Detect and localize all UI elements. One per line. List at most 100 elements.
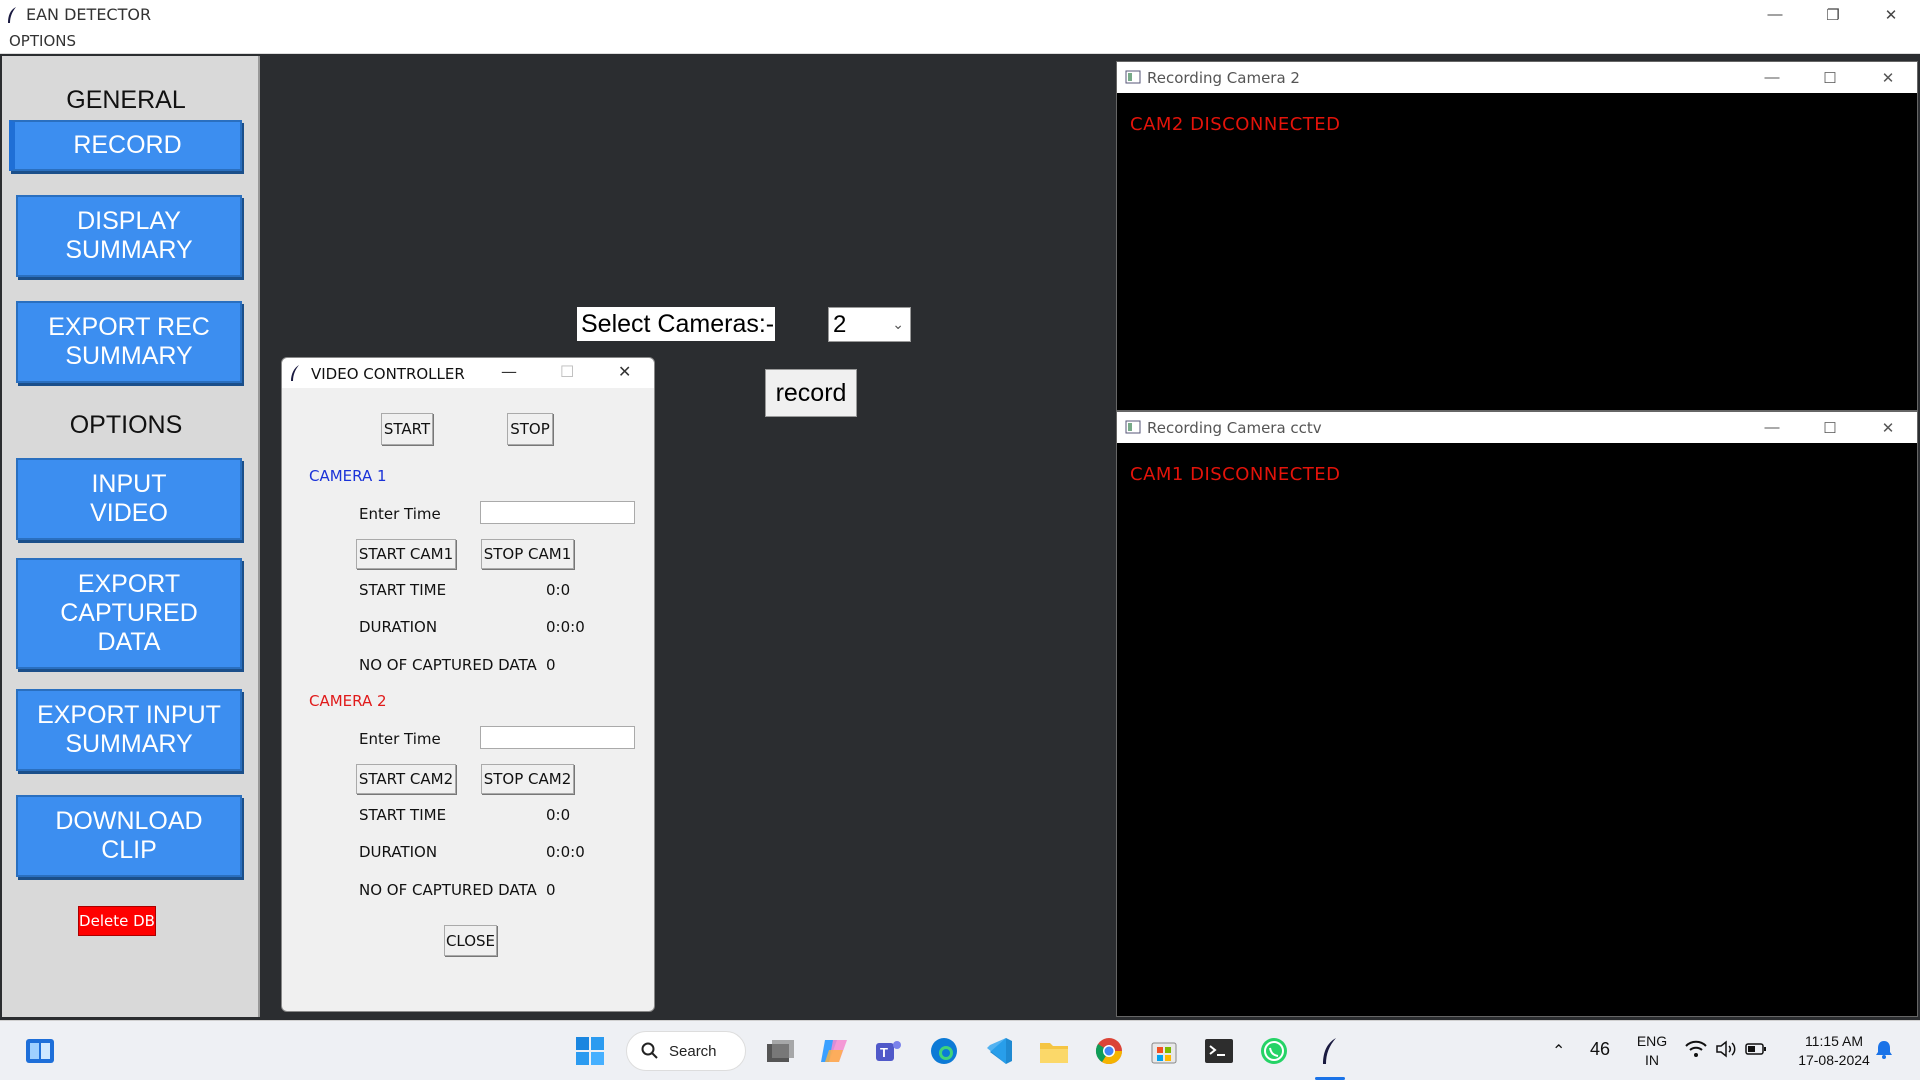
recording-title-bar: Recording Camera cctv — ☐ ✕: [1117, 412, 1917, 443]
camera2-captured-label: NO OF CAPTURED DATA: [359, 881, 537, 899]
start-cam2-button[interactable]: START CAM2: [356, 764, 456, 794]
start-cam1-button[interactable]: START CAM1: [356, 539, 456, 569]
recording-window-cctv: Recording Camera cctv — ☐ ✕ CAM1 DISCONN…: [1116, 411, 1918, 1017]
wifi-icon[interactable]: [1684, 1037, 1708, 1061]
camera-count-select[interactable]: 2 ⌄: [828, 307, 911, 342]
svg-text:T: T: [880, 1045, 888, 1060]
teams-icon[interactable]: T: [873, 1035, 905, 1067]
clock-date[interactable]: 17-08-2024: [1784, 1052, 1884, 1068]
menu-options[interactable]: OPTIONS: [9, 32, 76, 50]
camera2-enter-time-label: Enter Time: [359, 730, 441, 748]
camera1-duration-value: 0:0:0: [546, 618, 585, 636]
minimize-button[interactable]: —: [1743, 62, 1801, 93]
options-heading: OPTIONS: [69, 411, 183, 439]
whatsapp-icon[interactable]: [1258, 1035, 1290, 1067]
display-summary-button[interactable]: DISPLAY SUMMARY: [16, 195, 242, 277]
record-nav-button[interactable]: RECORD: [9, 120, 242, 171]
edge-icon[interactable]: [928, 1035, 960, 1067]
dialog-minimize-button[interactable]: —: [501, 362, 517, 381]
camera2-start-time-value: 0:0: [546, 806, 571, 824]
camera2-duration-value: 0:0:0: [546, 843, 585, 861]
dialog-close-icon[interactable]: ✕: [618, 362, 631, 381]
recording-title-bar: Recording Camera 2 — ☐ ✕: [1117, 62, 1917, 93]
delete-db-button[interactable]: Delete DB: [78, 906, 156, 936]
close-button[interactable]: ✕: [1859, 412, 1917, 443]
file-explorer-icon[interactable]: [1038, 1035, 1070, 1067]
recording-window-camera2: Recording Camera 2 — ☐ ✕ CAM2 DISCONNECT…: [1116, 61, 1918, 411]
camera1-captured-value: 0: [546, 656, 556, 674]
sidebar: GENERAL RECORD DISPLAY SUMMARY EXPORT RE…: [2, 56, 260, 1017]
main-title-bar: EAN DETECTOR — ❐ ✕: [0, 0, 1920, 29]
stop-button[interactable]: STOP: [507, 413, 553, 445]
taskbar-search[interactable]: Search: [626, 1031, 746, 1071]
camera2-duration-label: DURATION: [359, 843, 438, 861]
window-icon: [1125, 420, 1141, 434]
dialog-title-bar: VIDEO CONTROLLER — ☐ ✕: [282, 358, 654, 388]
window-title: EAN DETECTOR: [26, 5, 152, 24]
maximize-button[interactable]: ☐: [1801, 412, 1859, 443]
vscode-icon[interactable]: [983, 1035, 1015, 1067]
record-button[interactable]: record: [765, 369, 857, 417]
stop-cam1-button[interactable]: STOP CAM1: [481, 539, 574, 569]
python-feather-icon[interactable]: [1313, 1035, 1345, 1067]
camera2-title: CAMERA 2: [309, 692, 387, 710]
taskbar: Search T ⌃ 46 ENG IN 11:15 AM 17-08-2024: [0, 1020, 1920, 1080]
language-line2[interactable]: IN: [1636, 1052, 1668, 1068]
input-video-button[interactable]: INPUT VIDEO: [16, 458, 242, 540]
recording-title: Recording Camera cctv: [1147, 419, 1322, 437]
start-menu-icon[interactable]: [574, 1035, 606, 1067]
general-heading: GENERAL: [66, 86, 186, 114]
search-icon: [641, 1042, 658, 1059]
copilot-icon[interactable]: [818, 1035, 850, 1067]
select-cameras-label: Select Cameras:-: [577, 307, 775, 341]
battery-icon[interactable]: [1744, 1037, 1768, 1061]
minimize-button[interactable]: —: [1743, 412, 1801, 443]
maximize-button[interactable]: ☐: [1801, 62, 1859, 93]
camera1-status: CAM1 DISCONNECTED: [1130, 464, 1341, 485]
close-button[interactable]: ✕: [1859, 62, 1917, 93]
show-hidden-icons-chevron-icon[interactable]: ⌃: [1552, 1041, 1565, 1061]
camera1-start-time-value: 0:0: [546, 581, 571, 599]
dialog-maximize-button: ☐: [560, 362, 575, 381]
notification-bell-icon[interactable]: [1872, 1037, 1896, 1061]
chrome-icon[interactable]: [1093, 1035, 1125, 1067]
weather-temperature[interactable]: 46: [1590, 1039, 1610, 1060]
search-label: Search: [669, 1042, 717, 1060]
store-icon[interactable]: [1148, 1035, 1180, 1067]
camera1-enter-time-label: Enter Time: [359, 505, 441, 523]
start-button[interactable]: START: [381, 413, 433, 445]
close-dialog-button[interactable]: CLOSE: [444, 925, 497, 956]
window-icon: [1125, 70, 1141, 84]
camera2-captured-value: 0: [546, 881, 556, 899]
export-captured-data-button[interactable]: EXPORT CAPTURED DATA: [16, 558, 242, 669]
camera2-enter-time-input[interactable]: [480, 726, 635, 749]
camera2-start-time-label: START TIME: [359, 806, 447, 824]
camera1-duration-label: DURATION: [359, 618, 438, 636]
clock-time[interactable]: 11:15 AM: [1784, 1033, 1884, 1049]
feather-icon: [291, 365, 299, 381]
restore-button[interactable]: ❐: [1804, 0, 1862, 29]
camera1-enter-time-input[interactable]: [480, 501, 635, 524]
camera2-status: CAM2 DISCONNECTED: [1130, 114, 1341, 135]
export-input-summary-button[interactable]: EXPORT INPUT SUMMARY: [16, 689, 242, 771]
volume-icon[interactable]: [1714, 1037, 1738, 1061]
download-clip-button[interactable]: DOWNLOAD CLIP: [16, 795, 242, 877]
close-button[interactable]: ✕: [1862, 0, 1920, 29]
camera1-title: CAMERA 1: [309, 467, 387, 485]
menu-bar: OPTIONS: [0, 29, 1920, 54]
dialog-title: VIDEO CONTROLLER: [311, 365, 465, 383]
feather-icon: [8, 6, 16, 23]
minimize-button[interactable]: —: [1746, 0, 1804, 29]
stop-cam2-button[interactable]: STOP CAM2: [481, 764, 574, 794]
terminal-icon[interactable]: [1203, 1035, 1235, 1067]
camera1-start-time-label: START TIME: [359, 581, 447, 599]
camera-count-value: 2: [833, 310, 847, 338]
task-view-icon[interactable]: [764, 1035, 796, 1067]
video-controller-dialog: VIDEO CONTROLLER — ☐ ✕ START STOP CAMERA…: [281, 357, 655, 1012]
camera1-captured-label: NO OF CAPTURED DATA: [359, 656, 537, 674]
widgets-icon[interactable]: [24, 1035, 56, 1067]
export-rec-summary-button[interactable]: EXPORT REC SUMMARY: [16, 301, 242, 383]
recording-title: Recording Camera 2: [1147, 69, 1300, 87]
language-line1[interactable]: ENG: [1636, 1033, 1668, 1049]
chevron-down-icon: ⌄: [892, 316, 904, 332]
